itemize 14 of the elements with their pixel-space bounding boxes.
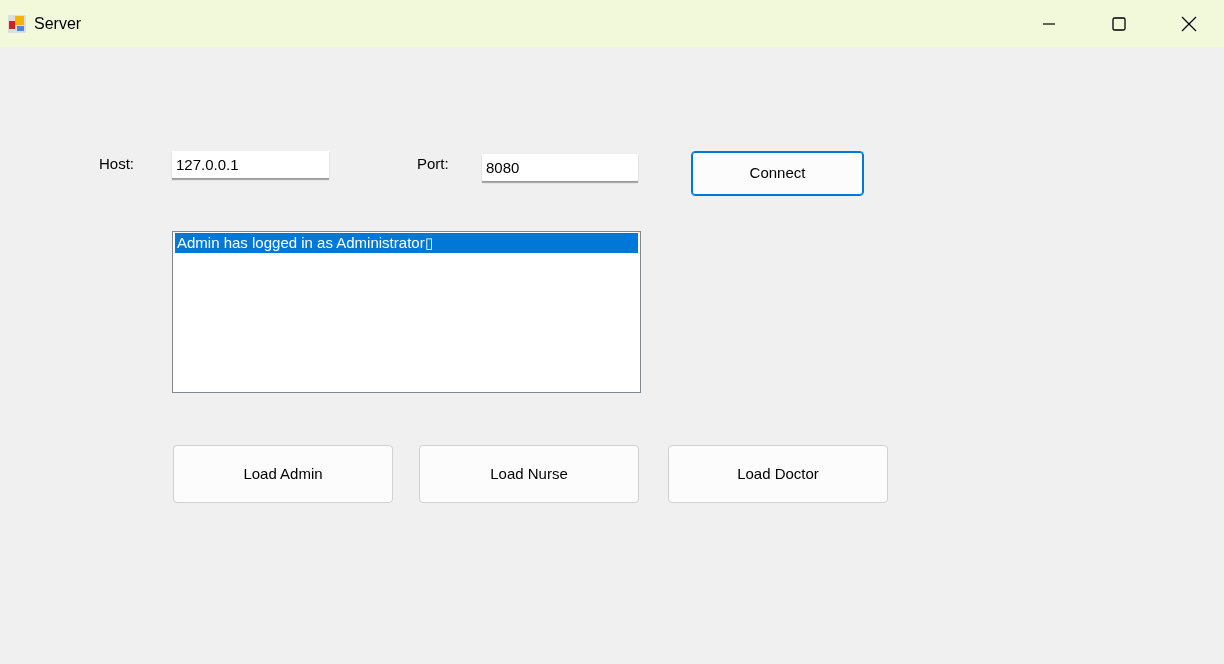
host-field[interactable]: 127.0.0.1 <box>172 151 329 179</box>
log-entry[interactable]: Admin has logged in as Administrator▯ <box>175 233 638 253</box>
load-button[interactable]: Load Admin <box>173 445 393 503</box>
port-label: Port: <box>417 154 450 174</box>
connect-button[interactable]: Connect <box>691 151 864 196</box>
window-title: Server <box>34 13 82 34</box>
app-icon <box>7 13 27 34</box>
log-listbox[interactable]: Admin has logged in as Administrator▯ <box>172 231 641 393</box>
host-label: Host: <box>99 154 135 174</box>
port-field[interactable]: 8080 <box>482 154 638 182</box>
maximize-icon[interactable] <box>1112 16 1126 31</box>
load-button[interactable]: Load Nurse <box>419 445 639 503</box>
load-button[interactable]: Load Doctor <box>668 445 888 503</box>
close-icon[interactable] <box>1181 15 1197 32</box>
